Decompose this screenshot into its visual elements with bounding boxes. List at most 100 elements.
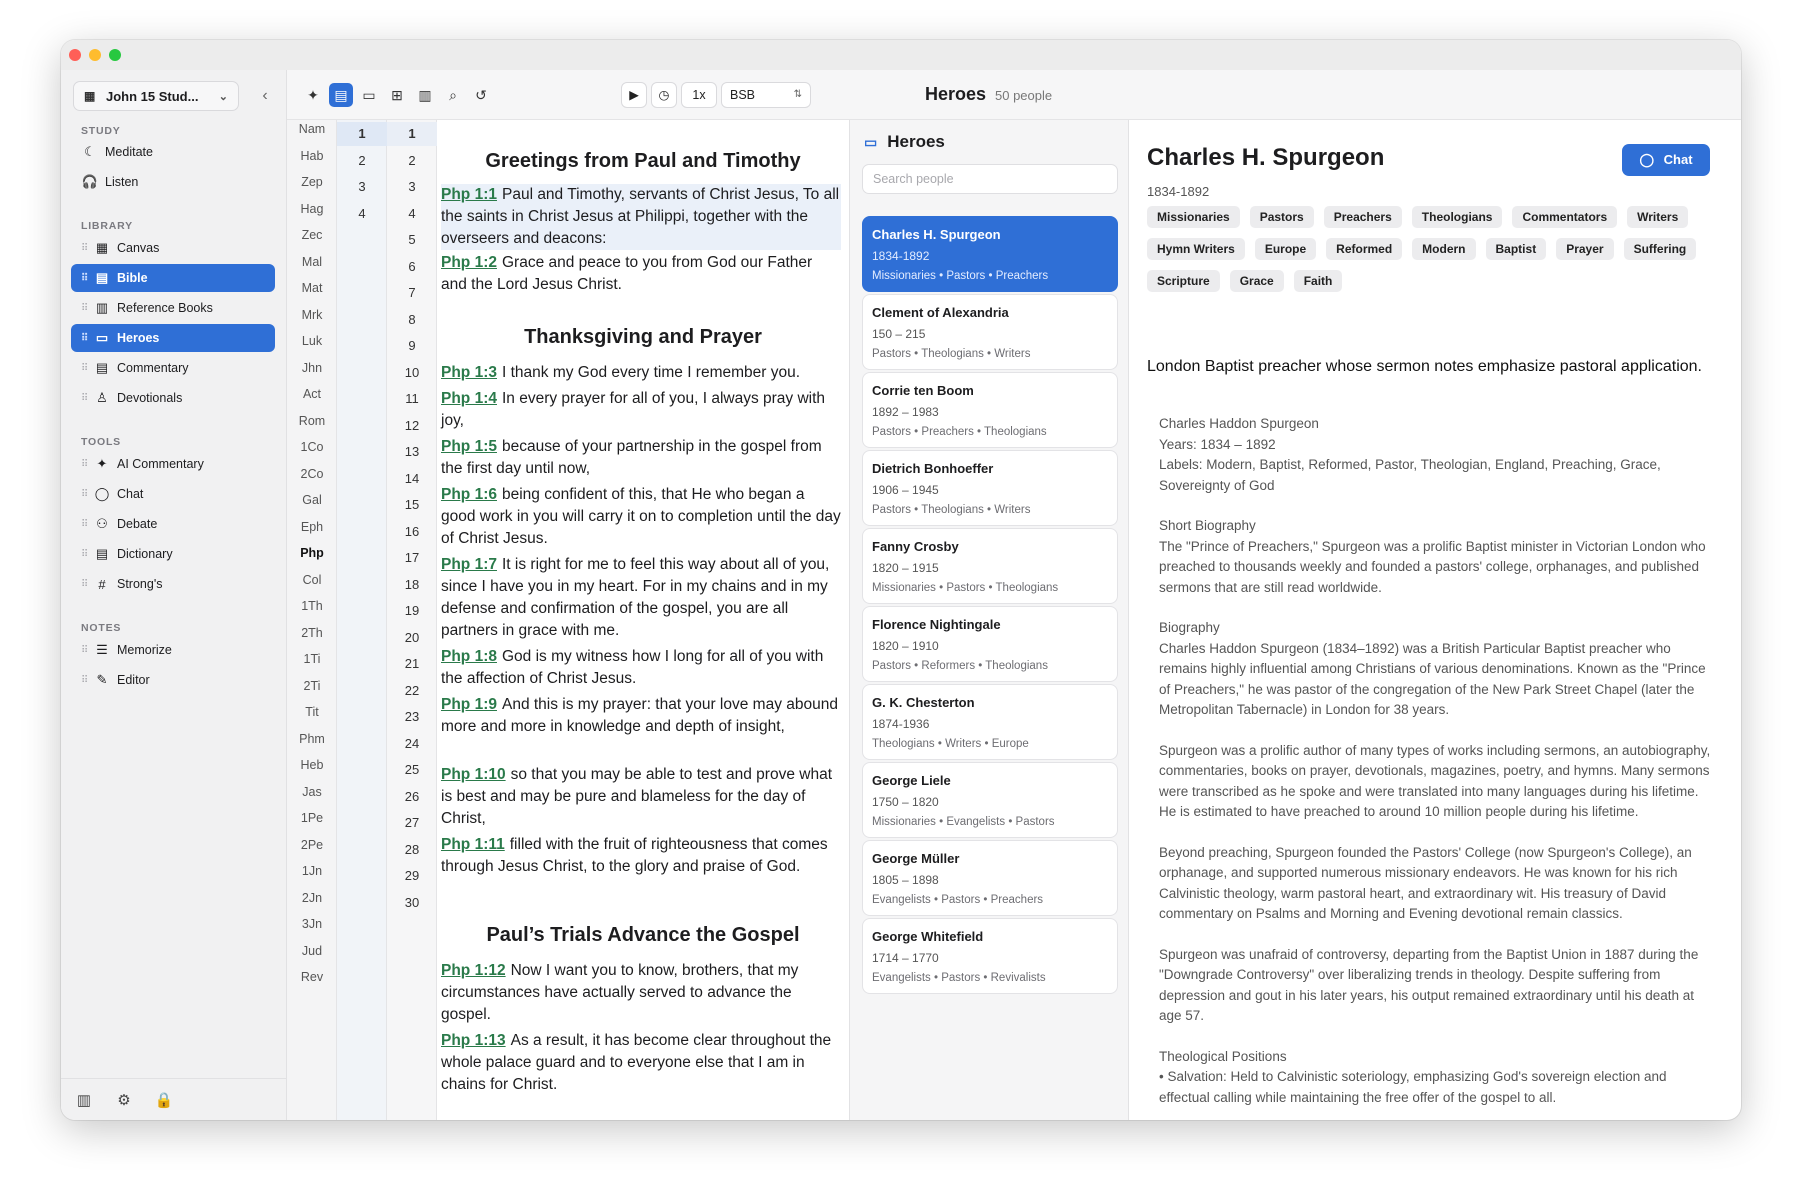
verse-ref-link[interactable]: Php 1:5 <box>441 438 497 455</box>
book-item[interactable]: Rev <box>287 970 337 984</box>
verse-number-item[interactable]: 10 <box>387 361 437 385</box>
book-item[interactable]: Mal <box>287 255 337 269</box>
tag-chip[interactable]: Europe <box>1254 238 1317 260</box>
hero-card[interactable]: Corrie ten Boom 1892 – 1983 Pastors • Prea… <box>862 372 1118 448</box>
verse-number-item[interactable]: 29 <box>387 864 437 888</box>
verse-number-item[interactable]: 11 <box>387 387 437 411</box>
drag-handle-icon[interactable]: ⠿ <box>81 645 91 656</box>
sidebar-item-memorize[interactable]: ⠿ ☰ Memorize <box>71 636 275 664</box>
verse-number-item[interactable]: 13 <box>387 440 437 464</box>
verse[interactable]: Php 1:3 I thank my God every time I remem… <box>441 362 841 384</box>
tag-chip[interactable]: Scripture <box>1147 270 1220 292</box>
book-item[interactable]: 2Th <box>287 626 337 640</box>
tag-chip[interactable]: Missionaries <box>1147 206 1240 228</box>
verse-ref-link[interactable]: Php 1:4 <box>441 390 497 407</box>
book-item[interactable]: Jas <box>287 785 337 799</box>
hero-card[interactable]: George Whitefield 1714 – 1770 Evangelists … <box>862 918 1118 994</box>
translation-select[interactable]: BSB ⇅ <box>721 82 811 108</box>
tag-chip[interactable]: Reformed <box>1326 238 1403 260</box>
hero-card[interactable]: Charles H. Spurgeon 1834-1892 Missionaries… <box>862 216 1118 292</box>
book-item[interactable]: 1Pe <box>287 811 337 825</box>
drag-handle-icon[interactable]: ⠿ <box>81 675 91 686</box>
verse[interactable]: Php 1:12 Now I want you to know, brothers… <box>441 960 841 1026</box>
hero-card[interactable]: G. K. Chesterton 1874-1936 Theologians • W… <box>862 684 1118 760</box>
sidebar-item-canvas[interactable]: ⠿ ▦ Canvas <box>71 234 275 262</box>
book-item[interactable]: 2Jn <box>287 891 337 905</box>
verse-number-item[interactable]: 6 <box>387 255 437 279</box>
verse[interactable]: Php 1:10 so that you may be able to test … <box>441 764 841 830</box>
verse-number-item[interactable]: 3 <box>387 175 437 199</box>
cards-view-button[interactable]: ▭ <box>357 83 381 107</box>
sidebar-item-meditate[interactable]: ☾ Meditate <box>71 138 275 166</box>
verse-number-item[interactable]: 1 <box>387 122 437 146</box>
sidebar-item-bible[interactable]: ⠿ ▤ Bible <box>71 264 275 292</box>
columns-view-button[interactable]: ▥ <box>413 83 437 107</box>
book-item[interactable]: Hab <box>287 149 337 163</box>
verse-ref-link[interactable]: Php 1:8 <box>441 648 497 665</box>
verse-number-item[interactable]: 7 <box>387 281 437 305</box>
tag-chip[interactable]: Pastors <box>1249 206 1314 228</box>
hero-card[interactable]: Clement of Alexandria 150 – 215 Pastors • … <box>862 294 1118 370</box>
verse[interactable]: Php 1:9 And this is my prayer: that your … <box>441 694 841 738</box>
verse-ref-link[interactable]: Php 1:6 <box>441 486 497 503</box>
verse-ref-link[interactable]: Php 1:12 <box>441 962 506 979</box>
verse-ref-link[interactable]: Php 1:11 <box>441 836 505 853</box>
tag-chip[interactable]: Baptist <box>1485 238 1547 260</box>
sidebar-item-editor[interactable]: ⠿ ✎ Editor <box>71 666 275 694</box>
sidebar-item-commentary[interactable]: ⠿ ▤ Commentary <box>71 354 275 382</box>
sidebar-item-listen[interactable]: 🎧 Listen <box>71 168 275 196</box>
book-item[interactable]: Nam <box>287 122 337 136</box>
tag-chip[interactable]: Suffering <box>1623 238 1697 260</box>
drag-handle-icon[interactable]: ⠿ <box>81 393 91 404</box>
hero-card[interactable]: Florence Nightingale 1820 – 1910 Pastors •… <box>862 606 1118 682</box>
drag-handle-icon[interactable]: ⠿ <box>81 489 91 500</box>
zoom-window-button[interactable] <box>109 49 121 61</box>
verse-number-item[interactable]: 26 <box>387 785 437 809</box>
close-window-button[interactable] <box>69 49 81 61</box>
chapter-item[interactable]: 2 <box>337 149 387 173</box>
timer-button[interactable]: ◷ <box>651 82 677 108</box>
verse-ref-link[interactable]: Php 1:3 <box>441 364 497 381</box>
book-item[interactable]: Mat <box>287 281 337 295</box>
verse-number-item[interactable]: 14 <box>387 467 437 491</box>
layout-columns-icon[interactable]: ▥ <box>73 1091 95 1109</box>
tag-chip[interactable]: Commentators <box>1512 206 1618 228</box>
tag-chip[interactable]: Theologians <box>1411 206 1503 228</box>
verse[interactable]: Php 1:4 In every prayer for all of you, I… <box>441 388 841 432</box>
sidebar-item-heroes[interactable]: ⠿ ▭ Heroes <box>71 324 275 352</box>
chapter-item[interactable]: 4 <box>337 202 387 226</box>
verse[interactable]: Php 1:1 Paul and Timothy, servants of Chr… <box>441 184 841 250</box>
verse-number-item[interactable]: 12 <box>387 414 437 438</box>
book-item[interactable]: Act <box>287 387 337 401</box>
tag-chip[interactable]: Faith <box>1293 270 1343 292</box>
book-item[interactable]: 1Ti <box>287 652 337 666</box>
hero-card[interactable]: George Liele 1750 – 1820 Missionaries • Ev… <box>862 762 1118 838</box>
workspace-selector[interactable]: ▦ John 15 Stud... ⌄ <box>73 81 239 111</box>
book-item[interactable]: Phm <box>287 732 337 746</box>
book-item[interactable]: Zec <box>287 228 337 242</box>
book-item[interactable]: Jud <box>287 944 337 958</box>
book-item[interactable]: Jhn <box>287 361 337 375</box>
verse-number-item[interactable]: 5 <box>387 228 437 252</box>
drag-handle-icon[interactable]: ⠿ <box>81 333 91 344</box>
chat-button[interactable]: ◯ Chat <box>1622 144 1710 176</box>
tag-chip[interactable]: Writers <box>1627 206 1689 228</box>
book-item[interactable]: Php <box>287 546 337 560</box>
verse-number-item[interactable]: 21 <box>387 652 437 676</box>
book-item[interactable]: Tit <box>287 705 337 719</box>
hero-card[interactable]: Dietrich Bonhoeffer 1906 – 1945 Pastors • … <box>862 450 1118 526</box>
book-item[interactable]: 2Ti <box>287 679 337 693</box>
hero-card[interactable]: George Müller 1805 – 1898 Evangelists • Pa… <box>862 840 1118 916</box>
chapter-item[interactable]: 3 <box>337 175 387 199</box>
verse-ref-link[interactable]: Php 1:10 <box>441 766 506 783</box>
gear-icon[interactable]: ⚙ <box>113 1091 135 1109</box>
verse-number-item[interactable]: 25 <box>387 758 437 782</box>
sidebar-item-devotionals[interactable]: ⠿ ♙ Devotionals <box>71 384 275 412</box>
verse-number-item[interactable]: 24 <box>387 732 437 756</box>
book-item[interactable]: Gal <box>287 493 337 507</box>
book-item[interactable]: Rom <box>287 414 337 428</box>
verse-ref-link[interactable]: Php 1:1 <box>441 186 497 203</box>
verse-number-item[interactable]: 22 <box>387 679 437 703</box>
book-item[interactable]: Eph <box>287 520 337 534</box>
drag-handle-icon[interactable]: ⠿ <box>81 363 91 374</box>
